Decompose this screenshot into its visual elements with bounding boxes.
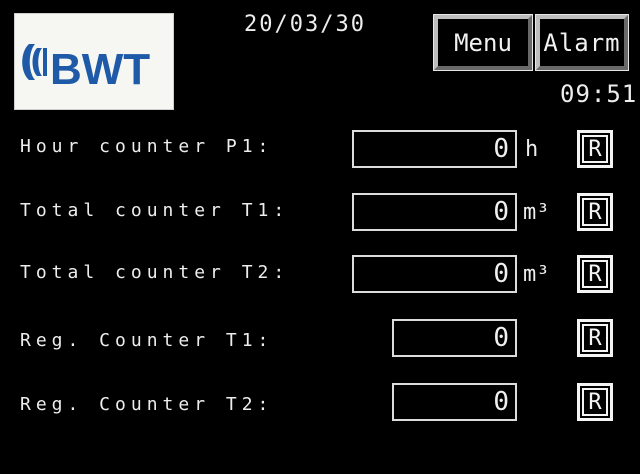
hour-counter-p1-unit: h: [525, 137, 539, 162]
hmi-screen: BWT 20/03/30 Menu Alarm 09:51 Hour count…: [0, 0, 640, 474]
reg-counter-t2-field: 0: [392, 383, 517, 421]
reset-total-counter-t2-button[interactable]: R: [577, 255, 613, 293]
reset-reg-counter-t1-button[interactable]: R: [577, 319, 613, 357]
hour-counter-p1-field: 0: [352, 130, 517, 168]
total-counter-t1-unit: m³: [523, 200, 550, 225]
time-display: 09:51: [560, 80, 638, 108]
hour-counter-p1-label: Hour counter P1:: [20, 136, 274, 157]
total-counter-t2-unit: m³: [523, 262, 550, 287]
reg-counter-t2-label: Reg. Counter T2:: [20, 394, 274, 415]
total-counter-t2-field: 0: [352, 255, 517, 293]
reset-hour-counter-p1-button[interactable]: R: [577, 130, 613, 168]
date-display: 20/03/30: [244, 12, 366, 37]
total-counter-t1-label: Total counter T1:: [20, 200, 290, 221]
reg-counter-t1-label: Reg. Counter T1:: [20, 330, 274, 351]
reg-counter-t1-field: 0: [392, 319, 517, 357]
bwt-logo: BWT: [14, 13, 174, 110]
total-counter-t2-label: Total counter T2:: [20, 262, 290, 283]
reset-total-counter-t1-button[interactable]: R: [577, 193, 613, 231]
total-counter-t1-field: 0: [352, 193, 517, 231]
reset-reg-counter-t2-button[interactable]: R: [577, 383, 613, 421]
logo-text: BWT: [50, 45, 150, 94]
menu-button[interactable]: Menu: [433, 14, 533, 71]
alarm-button[interactable]: Alarm: [535, 14, 629, 71]
